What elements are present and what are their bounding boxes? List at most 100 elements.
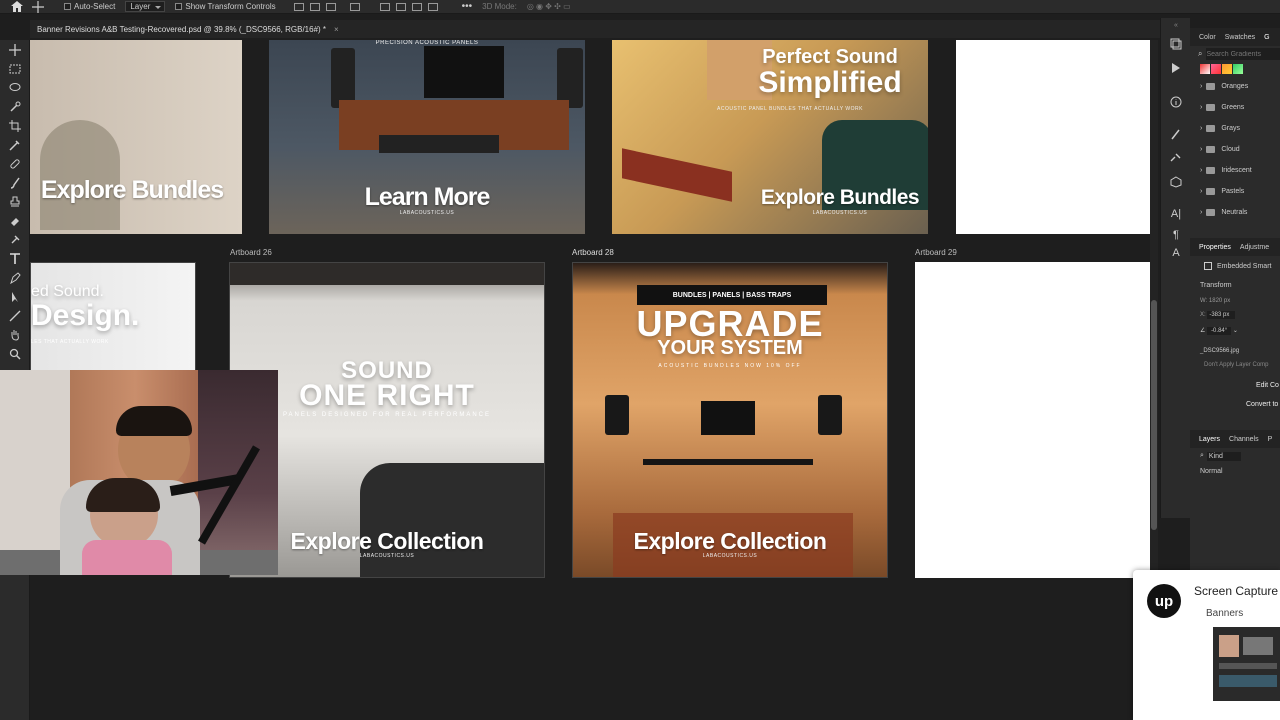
move-tool-icon[interactable] [0,40,30,59]
popup-thumbnail[interactable] [1213,627,1280,701]
pen-tool-icon[interactable] [0,268,30,287]
tab-properties[interactable]: Properties [1199,244,1231,251]
glyphs-icon[interactable]: A [1161,244,1191,262]
artboard-26-label[interactable]: Artboard 26 [230,248,272,257]
artboard-top-4[interactable] [956,40,1150,234]
line-tool-icon[interactable] [0,306,30,325]
folder-iridescent[interactable]: › Iridescent [1190,160,1280,181]
eyedropper-tool-icon[interactable] [0,135,30,154]
folder-pastels[interactable]: › Pastels [1190,181,1280,202]
width-field[interactable]: W: 1820 px [1190,294,1280,309]
zoom-tool-icon[interactable] [0,344,30,363]
folder-label: Iridescent [1221,167,1252,174]
kind-filter-select[interactable]: Kind [1206,451,1241,461]
layer-comp-select[interactable]: Don't Apply Layer Comp [1190,356,1280,374]
width-field-value: 1820 px [1208,298,1231,304]
artboard-28-label[interactable]: Artboard 28 [572,248,614,257]
vertical-scrollbar[interactable] [1150,40,1158,570]
artboard-top-1[interactable]: Explore Bundles [30,40,242,234]
folder-grays[interactable]: › Grays [1190,118,1280,139]
align-center-icon[interactable] [309,2,320,11]
angle-field[interactable]: ∠ -0.84° ⌄ [1190,324,1280,340]
info-icon[interactable] [1161,90,1191,114]
popup-subtitle: Banners [1206,608,1244,619]
width-field-label: W: [1200,298,1208,304]
brush-settings-icon[interactable] [1161,122,1191,146]
tab-color[interactable]: Color [1199,34,1216,41]
gradient-presets[interactable] [1190,62,1280,76]
edit-contents-button[interactable]: Edit Co [1190,374,1280,394]
artboard-headline: Explore Collection [633,528,827,554]
document-tab[interactable]: Banner Revisions A&B Testing-Recovered.p… [30,20,1160,38]
align-vertical-icon[interactable] [349,2,360,11]
tab-paths[interactable]: P [1268,436,1273,443]
align-right-icon[interactable] [325,2,336,11]
healing-brush-icon[interactable] [0,154,30,173]
blend-mode-select[interactable]: Normal [1190,464,1280,480]
clone-stamp-icon[interactable] [0,192,30,211]
play-actions-icon[interactable] [1161,56,1191,80]
layer-select[interactable]: Layer [125,1,166,12]
brush-tool-icon[interactable] [0,173,30,192]
artboard-tagline: LES THAT ACTUALLY WORK [31,339,109,345]
scrollbar-thumb[interactable] [1151,300,1157,530]
lasso-tool-icon[interactable] [0,78,30,97]
marquee-tool-icon[interactable] [0,59,30,78]
eraser-tool-icon[interactable] [0,211,30,230]
move-tool-icon[interactable] [32,0,44,13]
folder-cloud[interactable]: › Cloud [1190,139,1280,160]
tab-adjustments[interactable]: Adjustme [1240,244,1269,251]
screen-capture-popup[interactable]: up Screen Capture Banners [1133,570,1280,720]
gradient-tool-icon[interactable] [0,230,30,249]
artboard-top-2[interactable]: PRECISION ACOUSTIC PANELS Learn More LAB… [269,40,585,234]
3d-icon[interactable] [1161,170,1191,194]
tab-layers[interactable]: Layers [1199,436,1220,443]
folder-icon [1206,167,1216,174]
distribute-icon[interactable] [427,2,438,11]
crop-tool-icon[interactable] [0,116,30,135]
align-left-icon[interactable] [293,2,304,11]
smart-object-icon [1204,262,1212,270]
brushes-icon[interactable] [1161,146,1191,170]
history-icon[interactable] [1161,32,1191,56]
artboard-title-line2: YOUR SYSTEM [657,337,803,359]
panel-icons-column: « A| ¶ A [1160,18,1190,518]
transform-controls-checkbox[interactable]: Show Transform Controls [175,2,276,11]
tab-channels[interactable]: Channels [1229,436,1259,443]
right-panel: Color Swatches G ⌕ ›Oranges ›Greens ›Gra… [1190,28,1280,573]
artboard-29[interactable] [915,262,1151,578]
quick-select-tool-icon[interactable] [0,97,30,116]
folder-icon [1206,83,1216,90]
auto-select-checkbox[interactable]: Auto-Select [64,2,115,11]
artboard-28[interactable]: BUNDLES | PANELS | BASS TRAPS UPGRADE YO… [572,262,888,578]
artboard-29-label[interactable]: Artboard 29 [915,248,957,257]
convert-button[interactable]: Convert to [1190,394,1280,416]
character-icon[interactable]: A| [1161,202,1191,226]
auto-select-label: Auto-Select [74,2,116,11]
path-select-icon[interactable] [0,287,30,306]
artboard-top-3[interactable]: Perfect Sound Simplified ACOUSTIC PANEL … [612,40,928,234]
hand-tool-icon[interactable] [0,325,30,344]
artboard-tagline: ACOUSTIC PANEL BUNDLES THAT ACTUALLY WOR… [717,106,863,112]
x-field[interactable]: X: -383 px [1190,309,1280,324]
folder-neutrals[interactable]: › Neutrals [1190,202,1280,223]
paragraph-icon[interactable]: ¶ [1161,226,1191,244]
collapse-icon[interactable]: « [1161,18,1191,32]
more-options-icon[interactable]: ••• [462,1,473,12]
folder-oranges[interactable]: › Oranges [1190,76,1280,97]
folder-greens[interactable]: › Greens [1190,97,1280,118]
home-icon[interactable] [10,0,24,14]
align-middle-icon[interactable] [395,2,406,11]
folder-icon [1206,125,1216,132]
type-tool-icon[interactable] [0,249,30,268]
folder-icon [1206,209,1216,216]
artboard-bottom-1[interactable]: ed Sound. Design. LES THAT ACTUALLY WORK [30,262,196,376]
tab-gradients[interactable]: G [1264,34,1269,41]
gradient-search-input[interactable] [1206,48,1280,60]
search-icon: ⌕ [1200,452,1204,459]
folder-label: Pastels [1221,188,1245,195]
align-top-icon[interactable] [379,2,390,11]
close-tab-icon[interactable]: × [334,25,339,34]
tab-swatches[interactable]: Swatches [1225,34,1255,41]
align-bottom-icon[interactable] [411,2,422,11]
